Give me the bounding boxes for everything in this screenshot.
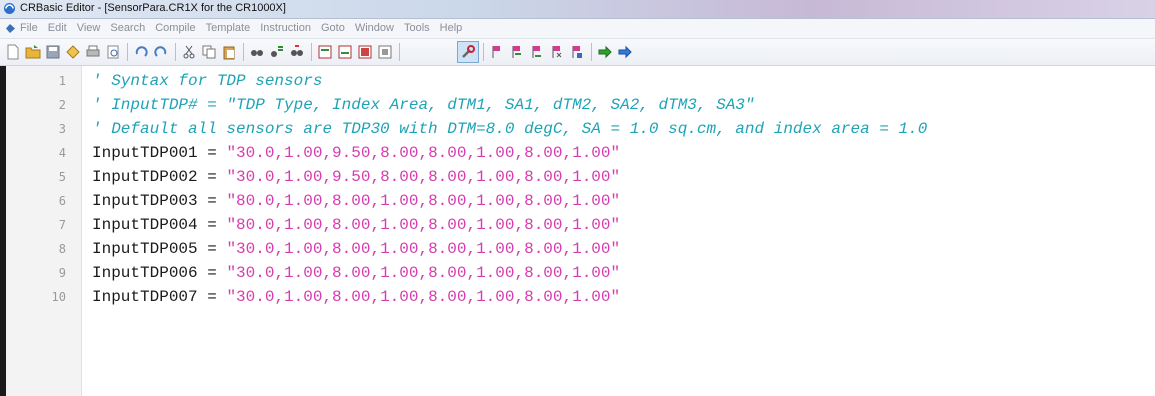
print-icon[interactable] (85, 44, 101, 60)
code-string: "80.0,1.00,8.00,1.00,8.00,1.00,8.00,1.00… (226, 216, 621, 234)
code-operator: = (197, 288, 227, 306)
open-folder-icon[interactable] (25, 44, 41, 60)
wrench-icon[interactable] (460, 44, 476, 60)
line-number: 2 (58, 98, 66, 112)
line-number: 8 (58, 242, 66, 256)
arrow-right-icon[interactable] (597, 44, 613, 60)
code-line[interactable]: 2 ' InputTDP# = "TDP Type, Index Area, d… (0, 94, 1155, 118)
line-number: 6 (58, 194, 66, 208)
find-next-icon[interactable] (289, 44, 305, 60)
code-statement: InputTDP002 = "30.0,1.00,9.50,8.00,8.00,… (92, 167, 620, 187)
code-comment: ' InputTDP# = "TDP Type, Index Area, dTM… (92, 96, 755, 114)
bookmark-clear-icon[interactable] (377, 44, 393, 60)
code-string: "80.0,1.00,8.00,1.00,8.00,1.00,8.00,1.00… (226, 192, 621, 210)
find-icon[interactable] (249, 44, 265, 60)
code-line[interactable]: 1 ' Syntax for TDP sensors (0, 70, 1155, 94)
code-statement: InputTDP001 = "30.0,1.00,9.50,8.00,8.00,… (92, 143, 620, 163)
menu-view[interactable]: View (77, 22, 101, 34)
code-line[interactable]: 9 InputTDP006 = "30.0,1.00,8.00,1.00,8.0… (0, 262, 1155, 286)
code-statement: InputTDP004 = "80.0,1.00,8.00,1.00,8.00,… (92, 215, 620, 235)
document-menu-icon[interactable] (4, 22, 17, 35)
code-operator: = (197, 144, 227, 162)
flag-next-icon[interactable] (509, 44, 525, 60)
print-preview-icon[interactable] (105, 44, 121, 60)
code-identifier: InputTDP007 (92, 288, 198, 306)
line-number: 1 (58, 74, 66, 88)
flag-toggle-icon[interactable] (569, 44, 585, 60)
code-line[interactable]: 8 InputTDP005 = "30.0,1.00,8.00,1.00,8.0… (0, 238, 1155, 262)
line-number: 10 (51, 290, 66, 304)
code-statement: InputTDP003 = "80.0,1.00,8.00,1.00,8.00,… (92, 191, 620, 211)
menu-file[interactable]: File (20, 22, 38, 34)
menu-search[interactable]: Search (110, 22, 145, 34)
line-number: 7 (58, 218, 66, 232)
arrow-right-blue-icon[interactable] (617, 44, 633, 60)
code-identifier: InputTDP004 (92, 216, 198, 234)
line-number: 9 (58, 266, 66, 280)
save-icon[interactable] (45, 44, 61, 60)
code-line[interactable]: 10 InputTDP007 = "30.0,1.00,8.00,1.00,8.… (0, 286, 1155, 310)
code-statement: InputTDP005 = "30.0,1.00,8.00,1.00,8.00,… (92, 239, 620, 259)
code-string: "30.0,1.00,9.50,8.00,8.00,1.00,8.00,1.00… (226, 144, 621, 162)
bookmark-icon[interactable] (317, 44, 333, 60)
menu-template[interactable]: Template (206, 22, 251, 34)
menu-compile[interactable]: Compile (155, 22, 195, 34)
menu-bar: File Edit View Search Compile Template I… (0, 19, 1155, 39)
code-identifier: InputTDP001 (92, 144, 198, 162)
line-number: 3 (58, 122, 66, 136)
code-comment: ' Default all sensors are TDP30 with DTM… (92, 120, 928, 138)
code-operator: = (197, 168, 227, 186)
flag-icon[interactable] (489, 44, 505, 60)
new-file-icon[interactable] (5, 44, 21, 60)
title-bar: CRBasic Editor - [SensorPara.CR1X for th… (0, 0, 1155, 19)
crbasic-app-icon (4, 3, 15, 14)
menu-tools[interactable]: Tools (404, 22, 430, 34)
toolbar (0, 39, 1155, 66)
code-editor[interactable]: 1 ' Syntax for TDP sensors 2 ' InputTDP#… (0, 66, 1155, 396)
code-line[interactable]: 7 InputTDP004 = "80.0,1.00,8.00,1.00,8.0… (0, 214, 1155, 238)
window-title: CRBasic Editor - [SensorPara.CR1X for th… (20, 2, 286, 14)
code-comment: ' Syntax for TDP sensors (92, 72, 323, 90)
code-string: "30.0,1.00,8.00,1.00,8.00,1.00,8.00,1.00… (226, 264, 621, 282)
line-number: 4 (58, 146, 66, 160)
code-line[interactable]: 5 InputTDP002 = "30.0,1.00,9.50,8.00,8.0… (0, 166, 1155, 190)
menu-instruction[interactable]: Instruction (260, 22, 311, 34)
code-operator: = (197, 216, 227, 234)
code-operator: = (197, 264, 227, 282)
cut-icon[interactable] (181, 44, 197, 60)
code-string: "30.0,1.00,9.50,8.00,8.00,1.00,8.00,1.00… (226, 168, 621, 186)
flag-clear-icon[interactable] (549, 44, 565, 60)
code-line[interactable]: 6 InputTDP003 = "80.0,1.00,8.00,1.00,8.0… (0, 190, 1155, 214)
code-operator: = (197, 192, 227, 210)
bookmark-prev-icon[interactable] (357, 44, 373, 60)
undo-icon[interactable] (133, 44, 149, 60)
menu-goto[interactable]: Goto (321, 22, 345, 34)
code-identifier: InputTDP002 (92, 168, 198, 186)
code-lines: 1 ' Syntax for TDP sensors 2 ' InputTDP#… (0, 70, 1155, 310)
code-statement: InputTDP007 = "30.0,1.00,8.00,1.00,8.00,… (92, 287, 620, 307)
paste-icon[interactable] (221, 44, 237, 60)
code-string: "30.0,1.00,8.00,1.00,8.00,1.00,8.00,1.00… (226, 288, 621, 306)
replace-icon[interactable] (269, 44, 285, 60)
menu-window[interactable]: Window (355, 22, 394, 34)
line-number: 5 (58, 170, 66, 184)
code-line[interactable]: 3 ' Default all sensors are TDP30 with D… (0, 118, 1155, 142)
code-string: "30.0,1.00,8.00,1.00,8.00,1.00,8.00,1.00… (226, 240, 621, 258)
copy-icon[interactable] (201, 44, 217, 60)
redo-icon[interactable] (153, 44, 169, 60)
code-line[interactable]: 4 InputTDP001 = "30.0,1.00,9.50,8.00,8.0… (0, 142, 1155, 166)
menu-edit[interactable]: Edit (48, 22, 67, 34)
menu-help[interactable]: Help (440, 22, 463, 34)
bookmark-next-icon[interactable] (337, 44, 353, 60)
code-statement: InputTDP006 = "30.0,1.00,8.00,1.00,8.00,… (92, 263, 620, 283)
compile-icon[interactable] (65, 44, 81, 60)
code-identifier: InputTDP005 (92, 240, 198, 258)
code-identifier: InputTDP003 (92, 192, 198, 210)
flag-prev-icon[interactable] (529, 44, 545, 60)
code-identifier: InputTDP006 (92, 264, 198, 282)
code-operator: = (197, 240, 227, 258)
